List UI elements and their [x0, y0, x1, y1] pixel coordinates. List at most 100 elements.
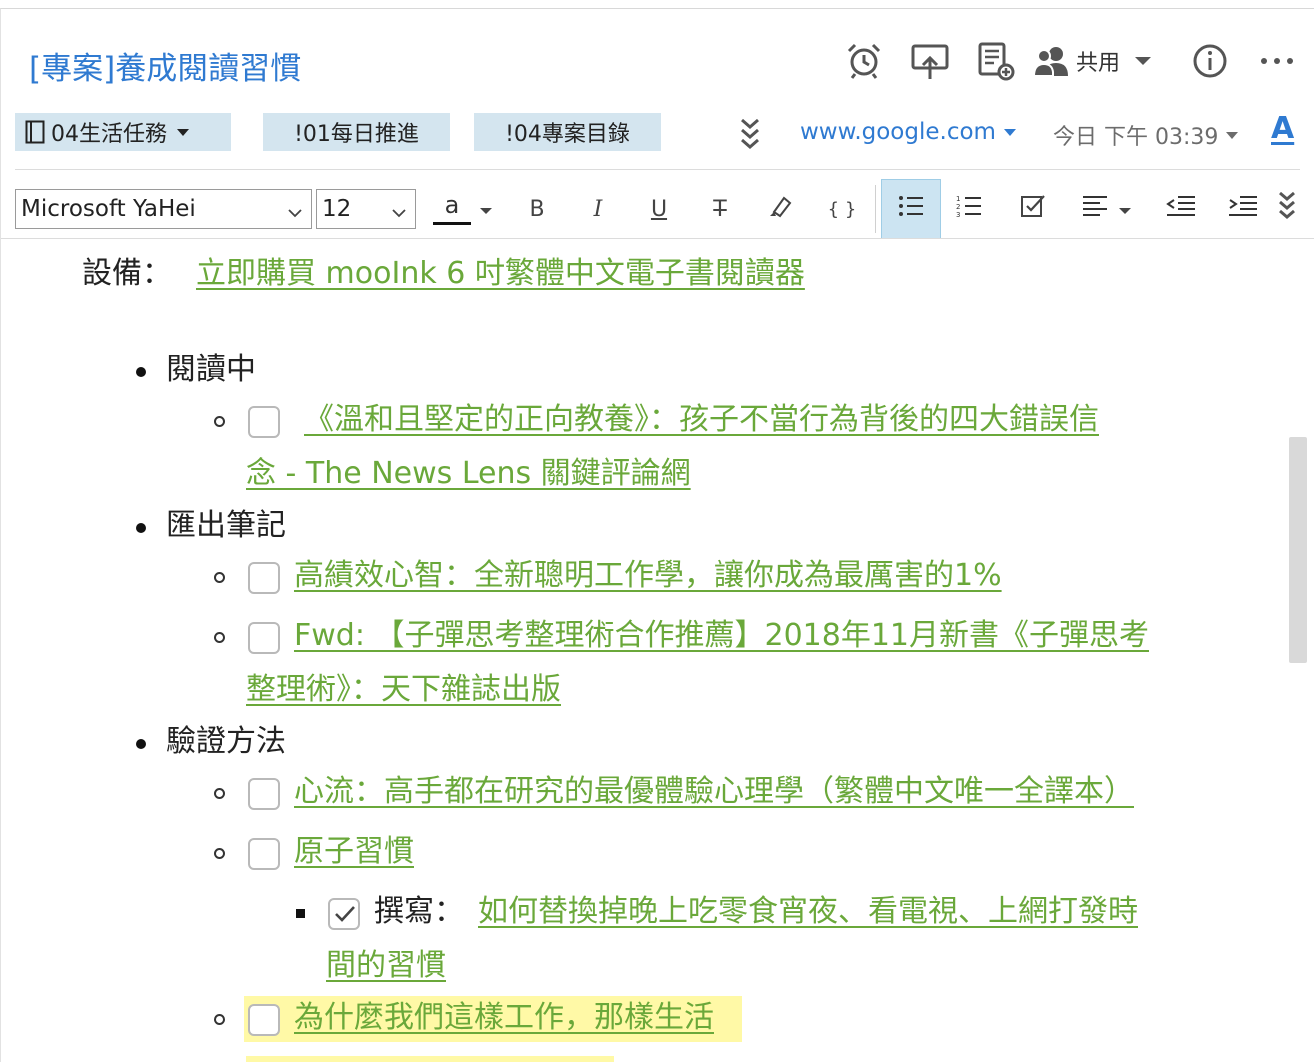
chevron-down-icon [287, 201, 303, 227]
device-label: 設備： [82, 256, 172, 291]
text-color-label: a [444, 190, 460, 219]
font-size-select[interactable]: 12 [316, 189, 416, 229]
checkbox[interactable] [248, 562, 280, 594]
info-icon[interactable] [1192, 43, 1228, 79]
note-title[interactable]: [專案]養成閱讀習慣 [29, 43, 301, 88]
list-item: Fwd: 【子彈思考整理術合作推薦】2018年11月新書《子彈思考 [294, 616, 1149, 656]
source-url-link[interactable]: www.google.com [800, 119, 1016, 145]
device-link[interactable]: 立即購買 mooInk 6 吋繁體中文電子書閱讀器 [196, 256, 805, 291]
highlight-button[interactable] [751, 179, 811, 239]
tag-chip[interactable]: !04專案目錄 [474, 113, 661, 151]
list-item: 原子習慣 [294, 832, 414, 872]
item-link[interactable]: Fwd: 【子彈思考整理術合作推薦】2018年11月新書《子彈思考 [294, 618, 1149, 653]
checkbox[interactable] [248, 1004, 280, 1036]
list-item: 《溫和且堅定的正向教養》：孩子不當行為背後的四大錯誤信 [304, 400, 1099, 440]
align-button[interactable] [1067, 179, 1147, 239]
chevron-down-icon [391, 201, 407, 227]
notebook-selector[interactable]: 04生活任務 [15, 113, 231, 151]
list-item-continuation: 整理術》：天下雜誌出版 [246, 670, 561, 710]
checklist-button[interactable] [1003, 179, 1063, 239]
list-item-continuation: 念 - The News Lens 關鍵評論網 [246, 454, 691, 494]
italic-button[interactable]: I [568, 179, 628, 239]
text-color-button[interactable]: a [427, 179, 499, 239]
note-date[interactable]: 今日 下午 03:39 [1053, 119, 1239, 151]
item-link[interactable]: 間的習慣 [326, 948, 446, 983]
strikethrough-button[interactable]: T [690, 179, 750, 239]
list-item: 為什麼我們這樣工作，那樣生活 [294, 998, 714, 1038]
bold-button[interactable]: B [507, 179, 567, 239]
list-item: 撰寫： 如何替換掉晚上吃零食宵夜、看電視、上網打發時 [374, 892, 1138, 932]
device-row: 設備： 立即購買 mooInk 6 吋繁體中文電子書閱讀器 [82, 254, 805, 294]
format-toolbar: Microsoft YaHei 12 a B I U T { } 123 [15, 179, 1314, 239]
toolbar-separator [875, 185, 876, 233]
item-link[interactable]: 如何替換掉晚上吃零食宵夜、看電視、上網打發時 [478, 894, 1138, 929]
item-link[interactable]: 念 - The News Lens 關鍵評論網 [246, 456, 691, 491]
note-header-actions: 共用 [844, 37, 1294, 85]
list-bullet [136, 739, 146, 749]
list-item: 心流：高手都在研究的最優體驗心理學（繁體中文唯一全譯本） [294, 772, 1134, 812]
checkbox[interactable] [248, 622, 280, 654]
item-link[interactable]: 心流：高手都在研究的最優體驗心理學（繁體中文唯一全譯本） [294, 774, 1134, 809]
indent-button[interactable] [1213, 179, 1273, 239]
item-link[interactable]: 原子習慣 [294, 834, 414, 869]
expand-more-icon[interactable] [739, 117, 761, 151]
item-link[interactable]: 高績效心智：全新聰明工作學，讓你成為最厲害的1% [294, 558, 1002, 593]
list-bullet [136, 367, 146, 377]
note-history-icon[interactable] [976, 41, 1016, 81]
list-bullet [136, 523, 146, 533]
checkbox[interactable] [248, 778, 280, 810]
divider [15, 169, 1300, 170]
format-text-button[interactable]: A [1271, 111, 1294, 146]
list-bullet [296, 909, 305, 918]
text-color-swatch [433, 221, 471, 225]
share-label: 共用 [1075, 51, 1120, 76]
chevron-down-icon [1003, 128, 1016, 136]
note-body[interactable]: 設備： 立即購買 mooInk 6 吋繁體中文電子書閱讀器 閱讀中 《溫和且堅定的… [0, 238, 1290, 1062]
chevron-down-icon [1134, 55, 1152, 67]
list-bullet [214, 848, 225, 859]
indent-icon [1228, 195, 1258, 223]
checkbox-checked[interactable] [328, 898, 360, 930]
font-family-select[interactable]: Microsoft YaHei [15, 189, 312, 229]
source-url-text: www.google.com [800, 119, 996, 145]
chevron-down-icon [1226, 131, 1239, 139]
list-heading: 閱讀中 [166, 352, 256, 387]
outdent-button[interactable] [1151, 179, 1211, 239]
tag-chip[interactable]: !01每日推進 [263, 113, 450, 151]
checkbox[interactable] [248, 838, 280, 870]
font-family-value: Microsoft YaHei [21, 196, 196, 222]
present-icon[interactable] [910, 41, 950, 81]
font-size-value: 12 [322, 196, 352, 222]
more-icon[interactable] [1260, 56, 1294, 66]
svg-text:1: 1 [956, 195, 960, 203]
item-link[interactable]: 《溫和且堅定的正向教養》：孩子不當行為背後的四大錯誤信 [304, 402, 1099, 437]
checkbox[interactable] [248, 406, 280, 438]
toolbar-more-button[interactable] [1265, 179, 1309, 239]
share-button[interactable]: 共用 [1033, 45, 1152, 77]
alarm-icon[interactable] [844, 41, 884, 81]
svg-text:3: 3 [956, 211, 960, 218]
chevron-down-icon [177, 128, 189, 136]
item-prefix: 撰寫： [374, 894, 464, 929]
underline-button[interactable]: U [629, 179, 689, 239]
list-bullet [214, 1014, 225, 1025]
bulleted-list-button[interactable] [881, 179, 941, 239]
item-link[interactable]: 為什麼我們這樣工作，那樣生活 [294, 1000, 714, 1035]
note-date-text: 今日 下午 03:39 [1053, 125, 1219, 150]
note-meta-row: 04生活任務 !01每日推進 !04專案目錄 www.google.com 今日… [15, 111, 1300, 153]
vertical-scrollbar[interactable] [1289, 437, 1307, 663]
list-bullet [214, 632, 225, 643]
list-bullet [214, 572, 225, 583]
outdent-icon [1166, 195, 1196, 223]
list-heading: 驗證方法 [166, 724, 286, 759]
numbered-list-icon: 123 [956, 194, 982, 224]
chevron-down-icon [1118, 197, 1132, 222]
list-item-continuation: 間的習慣 [326, 946, 446, 986]
list-item: 高績效心智：全新聰明工作學，讓你成為最厲害的1% [294, 556, 1002, 596]
share-people-icon [1033, 45, 1070, 77]
svg-text:2: 2 [956, 203, 960, 211]
notebook-icon [25, 120, 45, 144]
code-block-button[interactable]: { } [812, 179, 872, 239]
item-link[interactable]: 整理術》：天下雜誌出版 [246, 672, 561, 707]
numbered-list-button[interactable]: 123 [939, 179, 999, 239]
